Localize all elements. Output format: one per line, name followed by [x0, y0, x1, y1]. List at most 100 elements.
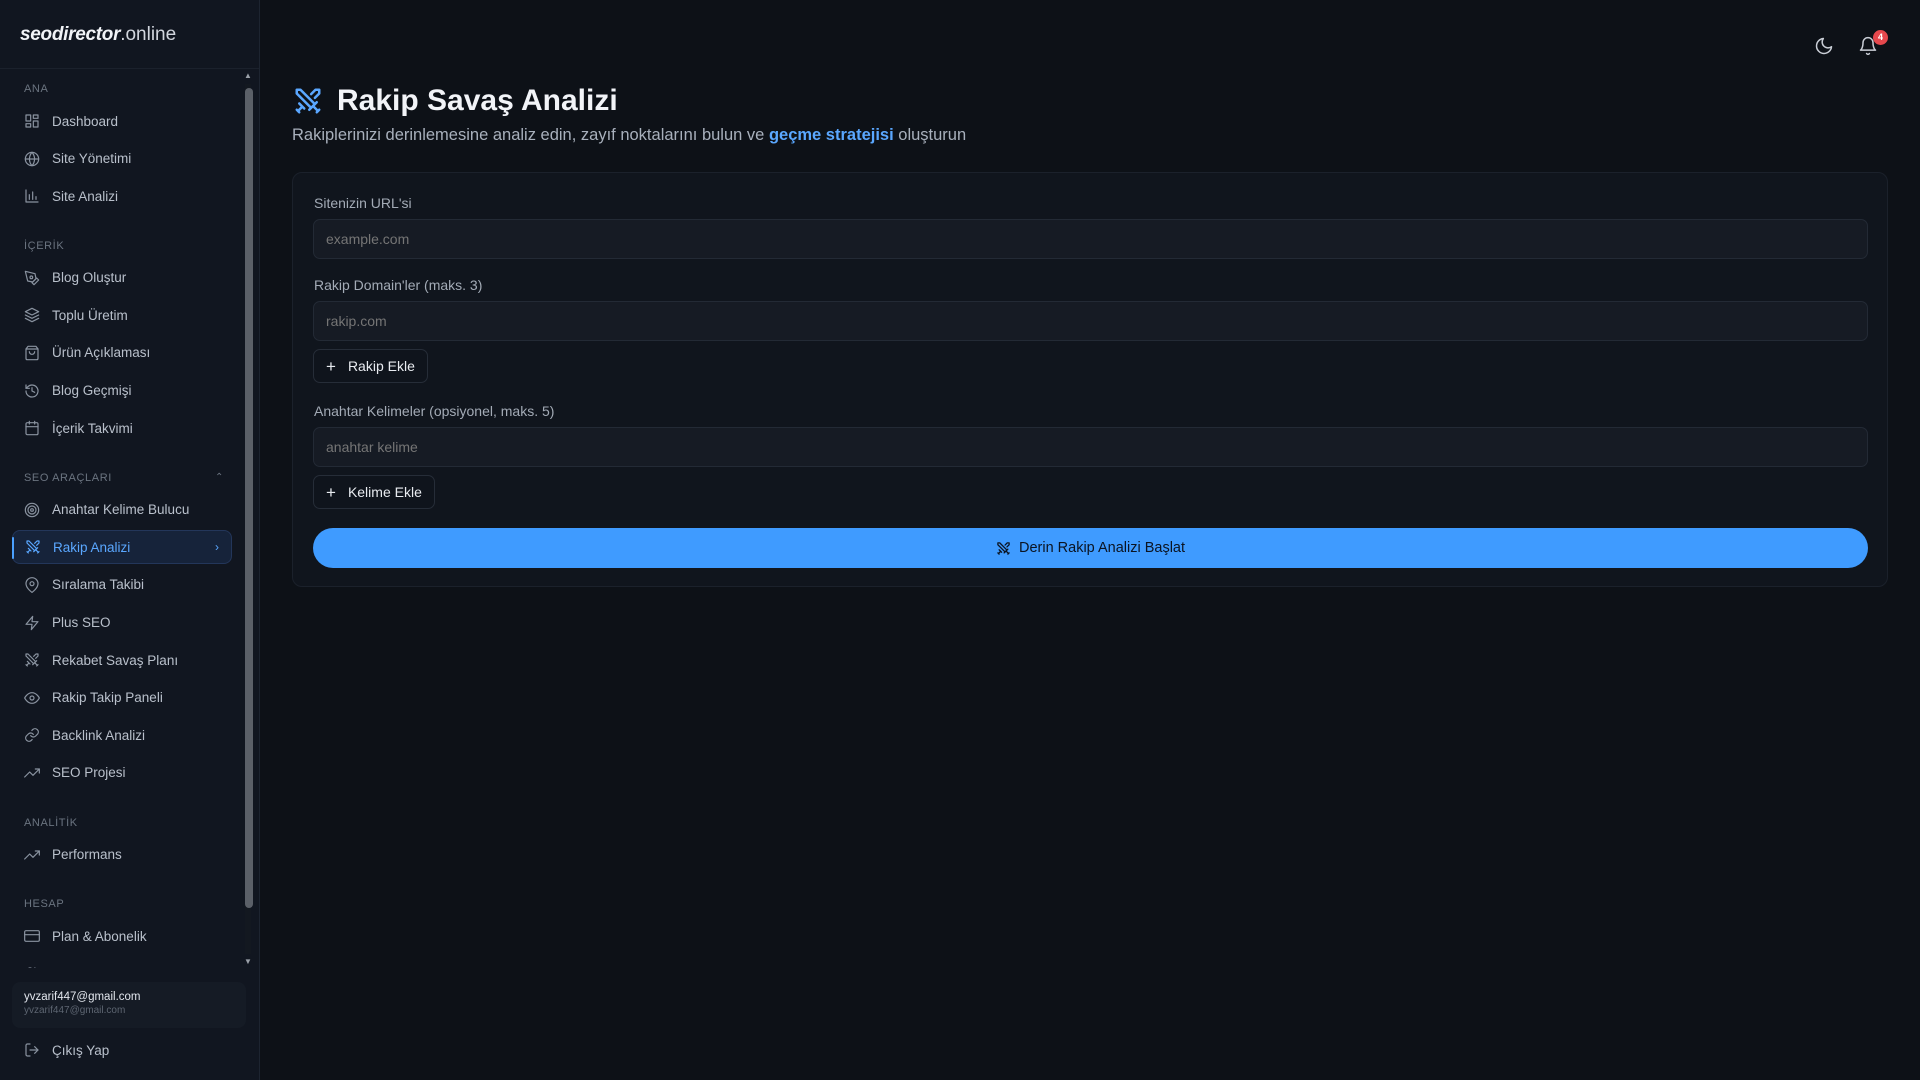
keyword-input[interactable]	[313, 427, 1868, 467]
sidebar-item--r-n-a-klamas-[interactable]: Ürün Açıklaması	[12, 336, 232, 370]
sidebar-item-rakip-analizi[interactable]: Rakip Analizi ›	[12, 530, 232, 565]
sidebar-item-label: Rakip Analizi	[53, 539, 131, 555]
plus-icon: +	[326, 482, 336, 502]
notification-badge: 4	[1873, 30, 1888, 45]
trending-up-icon	[24, 765, 40, 781]
subtitle-highlight: geçme stratejisi	[768, 126, 894, 144]
sidebar-item-label: Rakip Takip Paneli	[52, 690, 163, 706]
add-keyword-button[interactable]: + Kelime Ekle	[313, 475, 435, 509]
add-competitor-button[interactable]: + Rakip Ekle	[313, 349, 428, 383]
sidebar-item-label: Dashboard	[52, 113, 119, 129]
user-email-secondary: yvzarif447@gmail.com	[24, 1005, 126, 1016]
sidebar: seodirector.online ANA Dashboard Site Yöne…	[0, 0, 260, 1080]
logout-button[interactable]: Çıkış Yap	[12, 1033, 232, 1067]
sidebar-item-site-y-netimi[interactable]: Site Yönetimi	[12, 142, 232, 176]
link-icon	[24, 727, 40, 743]
site-url-input[interactable]	[313, 219, 1868, 259]
sidebar-item-label: Anahtar Kelime Bulucu	[52, 502, 190, 518]
sidebar-item-label: Ürün Açıklaması	[52, 345, 151, 361]
sidebar-item-label: Referans	[52, 966, 107, 968]
sidebar-item-referans[interactable]: Referans	[12, 957, 232, 968]
page-header: Rakip Savaş Analizi	[293, 84, 618, 118]
sidebar-item-anahtar-kelime-bulucu[interactable]: Anahtar Kelime Bulucu	[12, 493, 232, 527]
sidebar-item-s-ralama-takibi[interactable]: Sıralama Takibi	[12, 568, 232, 602]
plus-icon: +	[326, 356, 336, 376]
site-url-label: Sitenizin URL'si	[314, 195, 412, 211]
sidebar-item-blog-ge-mi-i[interactable]: Blog Geçmişi	[12, 374, 232, 408]
sidebar-item-blog-olu-tur[interactable]: Blog Oluştur	[12, 261, 232, 295]
sidebar-item-label: Backlink Analizi	[52, 727, 146, 743]
swords-icon	[25, 539, 41, 555]
start-analysis-button[interactable]: Derin Rakip Analizi Başlat	[313, 528, 1868, 568]
log-out-icon	[24, 1042, 40, 1058]
brand-logo[interactable]: seodirector.online	[0, 0, 259, 69]
sidebar-item-label: Sıralama Takibi	[52, 577, 145, 593]
sidebar-item-label: Rekabet Savaş Planı	[52, 652, 179, 668]
sidebar-item-rakip-takip-paneli[interactable]: Rakip Takip Paneli	[12, 681, 232, 715]
user-card[interactable]: yvzarif447@gmail.com yvzarif447@gmail.co…	[12, 982, 246, 1028]
grid-icon	[24, 113, 40, 129]
scroll-down-arrow-icon[interactable]: ▼	[243, 956, 253, 968]
sidebar-item-label: Plus SEO	[52, 615, 111, 631]
sidebar-item-label: Site Analizi	[52, 188, 119, 204]
target-icon	[24, 502, 40, 518]
sidebar-item-label: Site Yönetimi	[52, 151, 132, 167]
credit-card-icon	[24, 928, 40, 944]
sidebar-item-label: Blog Oluştur	[52, 270, 127, 286]
page-subtitle: Rakiplerinizi derinlemesine analiz edin,…	[292, 126, 967, 144]
bar-chart-icon	[24, 188, 40, 204]
sidebar-item-backlink-analizi[interactable]: Backlink Analizi	[12, 718, 232, 752]
notifications-button[interactable]: 4	[1858, 30, 1888, 58]
section-title: HESAP	[24, 898, 65, 911]
competitors-label: Rakip Domain'ler (maks. 3)	[314, 277, 483, 293]
eye-icon	[24, 690, 40, 706]
analysis-form-card: Sitenizin URL'si Rakip Domain'ler (maks.…	[292, 172, 1888, 587]
section-title: ANALİTİK	[24, 816, 78, 829]
pen-tool-icon	[24, 270, 40, 286]
section-title: ANA	[24, 83, 49, 95]
header-actions: 4	[1814, 30, 1888, 58]
sidebar-item-plan-abonelik[interactable]: Plan & Abonelik	[12, 919, 232, 953]
sidebar-item-dashboard[interactable]: Dashboard	[12, 104, 232, 138]
sidebar-nav: ANA Dashboard Site Yönetimi Site Analizi İÇE…	[0, 70, 260, 968]
section-title[interactable]: SEO ARAÇLARI ⌃	[12, 469, 236, 487]
sidebar-item-plus-seo[interactable]: Plus SEO	[12, 606, 232, 640]
sidebar-item-toplu-retim[interactable]: Toplu Üretim	[12, 298, 232, 332]
layers-icon	[24, 307, 40, 323]
map-pin-icon	[24, 577, 40, 593]
sidebar-item-label: Performans	[52, 847, 122, 862]
page-title: Rakip Savaş Analizi	[337, 84, 618, 117]
calendar-icon	[24, 420, 40, 436]
sidebar-item-label: İçerik Takvimi	[52, 420, 133, 436]
moon-icon	[1815, 37, 1833, 55]
sidebar-item-label: SEO Projesi	[52, 765, 126, 781]
sidebar-scrollbar[interactable]: ▲ ▼	[243, 70, 253, 968]
history-icon	[24, 383, 40, 399]
competitor-domain-input[interactable]	[313, 301, 1868, 341]
sidebar-item-performans[interactable]: Performans	[12, 838, 232, 872]
section-title: İÇERİK	[24, 239, 65, 252]
sidebar-item-site-analizi[interactable]: Site Analizi	[12, 179, 232, 213]
scrollbar-thumb[interactable]	[245, 88, 253, 908]
swords-icon	[24, 652, 40, 668]
sidebar-item-rekabet-sava-plan-[interactable]: Rekabet Savaş Planı	[12, 643, 232, 677]
sidebar-item-label: Toplu Üretim	[52, 307, 128, 323]
trending-up-icon	[24, 847, 40, 863]
sidebar-item-label: Blog Geçmişi	[52, 383, 132, 399]
sidebar-item-seo-projesi[interactable]: SEO Projesi	[12, 756, 232, 790]
sidebar-item-label: Plan & Abonelik	[52, 928, 147, 944]
users-icon	[24, 966, 40, 968]
user-email: yvzarif447@gmail.com	[24, 991, 141, 1003]
swords-icon	[295, 88, 321, 114]
chevron-up-icon[interactable]: ⌃	[215, 469, 224, 487]
main-content: 4 Rakip Savaş Analizi Rakiplerinizi deri…	[261, 0, 1920, 1080]
scroll-up-arrow-icon[interactable]: ▲	[243, 70, 253, 82]
globe-icon	[24, 151, 40, 167]
theme-toggle-button[interactable]	[1814, 36, 1836, 58]
sidebar-item-i-erik-takvimi[interactable]: İçerik Takvimi	[12, 411, 232, 445]
zap-icon	[24, 615, 40, 631]
chevron-right-icon: ›	[215, 540, 219, 555]
keywords-label: Anahtar Kelimeler (opsiyonel, maks. 5)	[314, 403, 555, 419]
shopping-bag-icon	[24, 345, 40, 361]
swords-icon	[997, 541, 1010, 555]
